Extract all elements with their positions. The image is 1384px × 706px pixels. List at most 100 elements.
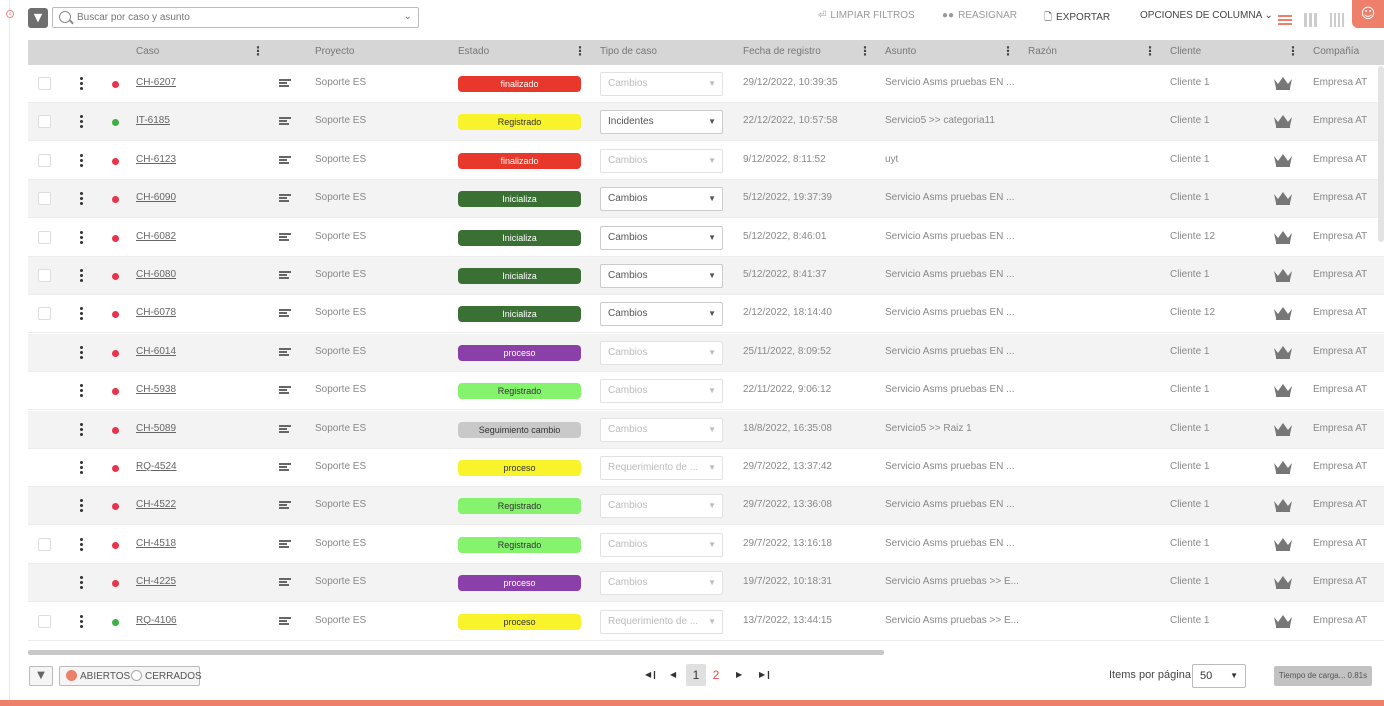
row-actions-icon[interactable]: [78, 307, 84, 322]
details-icon[interactable]: [279, 117, 291, 127]
row-checkbox[interactable]: [38, 269, 51, 282]
column-menu-icon[interactable]: ⋮: [1144, 45, 1156, 57]
row-actions-icon[interactable]: [78, 345, 84, 361]
row-checkbox[interactable]: [38, 115, 51, 129]
case-link[interactable]: RQ-4524: [136, 461, 177, 472]
case-link[interactable]: CH-6014: [136, 346, 176, 357]
row-actions-icon[interactable]: [78, 384, 84, 399]
grid-view-icon[interactable]: [1304, 12, 1319, 27]
case-link[interactable]: IT-6185: [136, 115, 170, 126]
table-row[interactable]: CH-6090 Soporte ES Inicializa Cambios ▼ 5/12/…: [28, 180, 1384, 219]
row-actions-icon[interactable]: [78, 192, 84, 207]
details-icon[interactable]: [279, 194, 291, 204]
table-row[interactable]: CH-4225 Soporte ES proceso Cambios ▼ 19/7/202…: [28, 564, 1384, 603]
col-cliente[interactable]: Cliente: [1170, 46, 1201, 57]
table-row[interactable]: RQ-4106 Soporte ES proceso Requerimiento de…: [28, 603, 1384, 641]
case-link[interactable]: CH-6078: [136, 307, 176, 318]
table-row[interactable]: CH-6014 Soporte ES proceso Cambios ▼ 25/11/20…: [28, 333, 1384, 372]
case-link[interactable]: CH-6123: [136, 154, 176, 165]
items-per-page-select[interactable]: 50 ▼: [1192, 664, 1246, 688]
row-actions-icon[interactable]: [78, 461, 84, 476]
row-actions-icon[interactable]: [78, 77, 84, 92]
footer-filter-button[interactable]: ▼: [29, 666, 53, 686]
column-menu-icon[interactable]: ⋮: [1287, 45, 1299, 57]
details-icon[interactable]: [279, 347, 291, 358]
collapse-icon[interactable]: ‹: [6, 10, 14, 18]
column-menu-icon[interactable]: ⋮: [574, 45, 586, 57]
details-icon[interactable]: [279, 271, 291, 281]
row-actions-icon[interactable]: [78, 230, 84, 246]
row-actions-icon[interactable]: [78, 269, 84, 284]
details-icon[interactable]: [279, 232, 291, 243]
row-checkbox[interactable]: [38, 77, 51, 90]
row-checkbox[interactable]: [38, 230, 51, 244]
case-type-select[interactable]: Cambios ▼: [600, 264, 723, 288]
search-input[interactable]: [77, 9, 397, 26]
column-menu-icon[interactable]: ⋮: [1002, 45, 1014, 57]
row-checkbox[interactable]: [38, 614, 51, 628]
case-type-select[interactable]: Cambios ▼: [600, 225, 723, 250]
col-tipo[interactable]: Tipo de caso: [600, 46, 657, 57]
table-row[interactable]: CH-6207 Soporte ES finalizado Cambios ▼ 29/12…: [28, 65, 1384, 103]
case-link[interactable]: CH-6080: [136, 269, 176, 280]
row-actions-icon[interactable]: [78, 614, 84, 630]
next-page-icon[interactable]: ▶: [736, 670, 742, 679]
details-icon[interactable]: [279, 155, 291, 166]
closed-option[interactable]: CERRADOS: [131, 670, 202, 682]
case-link[interactable]: CH-4522: [136, 499, 176, 510]
table-row[interactable]: CH-6078 Soporte ES Inicializa Cambios ▼ 2/12/…: [28, 295, 1384, 334]
case-type-select[interactable]: Cambios ▼: [600, 302, 723, 327]
export-button[interactable]: 🗋 EXPORTAR: [1044, 10, 1110, 27]
last-page-icon[interactable]: ▶❙: [759, 670, 772, 679]
case-type-select[interactable]: Incidentes ▼: [600, 110, 723, 135]
column-options-dropdown[interactable]: OPCIONES DE COLUMNA ⌄: [1140, 10, 1273, 21]
col-caso[interactable]: Caso: [136, 46, 159, 57]
col-compania[interactable]: Compañía: [1313, 46, 1359, 57]
details-icon[interactable]: [279, 539, 291, 550]
table-row[interactable]: CH-4522 Soporte ES Registrado Cambios ▼ 29/7/…: [28, 487, 1384, 526]
case-type-select[interactable]: Cambios ▼: [600, 187, 723, 212]
row-actions-icon[interactable]: [78, 576, 84, 591]
details-icon[interactable]: [279, 309, 291, 319]
case-link[interactable]: CH-5089: [136, 423, 176, 434]
col-proyecto[interactable]: Proyecto: [315, 46, 354, 57]
col-estado[interactable]: Estado: [458, 46, 489, 57]
row-actions-icon[interactable]: [78, 115, 84, 130]
col-razon[interactable]: Razón: [1028, 46, 1057, 57]
details-icon[interactable]: [279, 501, 291, 511]
table-row[interactable]: CH-5938 Soporte ES Registrado Cambios ▼ 22/11…: [28, 372, 1384, 411]
case-link[interactable]: CH-4225: [136, 576, 176, 587]
col-fecha[interactable]: Fecha de registro: [743, 46, 821, 57]
row-actions-icon[interactable]: [78, 153, 84, 169]
details-icon[interactable]: [279, 578, 291, 588]
horizontal-scrollbar[interactable]: [28, 650, 884, 655]
case-link[interactable]: RQ-4106: [136, 615, 177, 626]
details-icon[interactable]: [279, 424, 291, 435]
clear-filters-button[interactable]: ⏎ LIMPIAR FILTROS: [818, 10, 915, 21]
reassign-button[interactable]: ●● REASIGNAR: [942, 10, 1017, 21]
details-icon[interactable]: [279, 616, 291, 627]
search-box[interactable]: ⌄: [52, 7, 419, 28]
col-asunto[interactable]: Asunto: [885, 46, 916, 57]
first-page-icon[interactable]: ◀❙: [645, 670, 658, 679]
row-checkbox[interactable]: [38, 307, 51, 321]
case-link[interactable]: CH-5938: [136, 384, 176, 395]
table-row[interactable]: CH-5089 Soporte ES Seguimiento cambio Cambi…: [28, 410, 1384, 449]
case-link[interactable]: CH-6207: [136, 77, 176, 88]
row-checkbox[interactable]: [38, 192, 51, 206]
details-icon[interactable]: [279, 386, 291, 396]
row-checkbox[interactable]: [38, 153, 51, 167]
page-1[interactable]: 1: [686, 664, 706, 686]
details-icon[interactable]: [279, 463, 291, 473]
chevron-down-icon[interactable]: ⌄: [404, 11, 412, 22]
row-actions-icon[interactable]: [78, 422, 84, 438]
list-view-icon[interactable]: [1278, 13, 1292, 27]
table-row[interactable]: RQ-4524 Soporte ES proceso Requerimiento de…: [28, 449, 1384, 487]
table-row[interactable]: CH-6082 Soporte ES Inicializa Cambios ▼ 5/12/…: [28, 219, 1384, 257]
filter-toggle-button[interactable]: ▼: [28, 8, 48, 28]
row-actions-icon[interactable]: [78, 499, 84, 514]
case-link[interactable]: CH-4518: [136, 538, 176, 549]
column-menu-icon[interactable]: ⋮: [859, 45, 871, 57]
prev-page-icon[interactable]: ◀: [670, 670, 676, 679]
table-row[interactable]: IT-6185 Soporte ES Registrado Incidentes ▼ 22…: [28, 103, 1384, 142]
